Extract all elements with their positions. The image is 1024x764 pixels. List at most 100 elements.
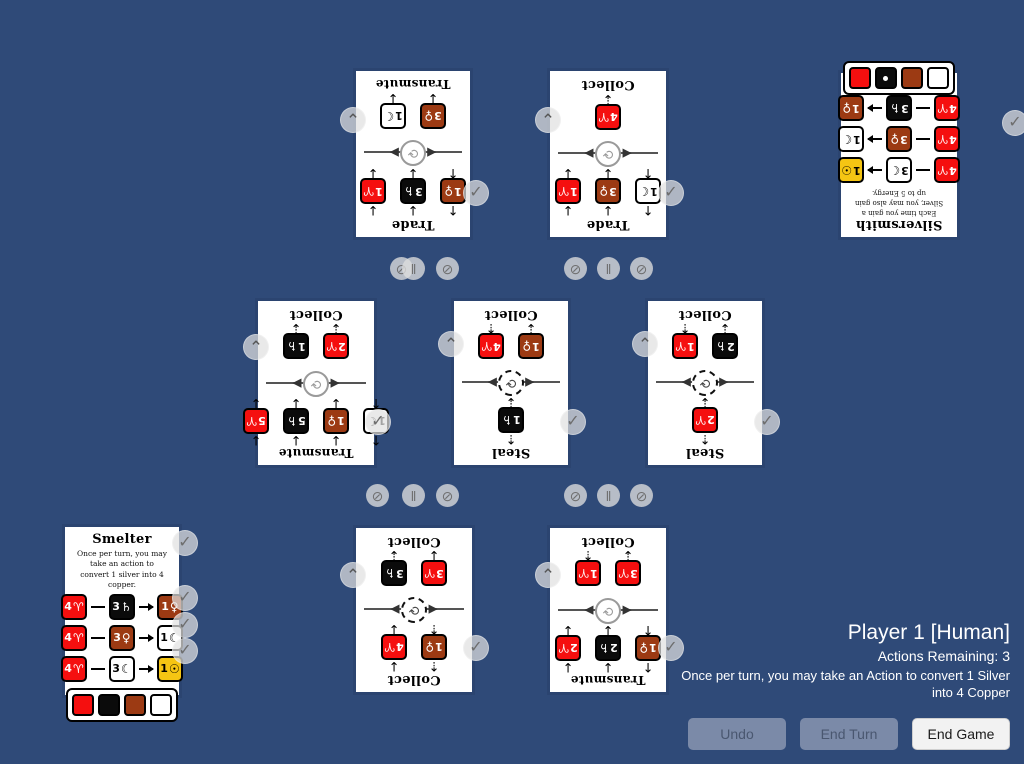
card-raise-button-1[interactable]: ⌃ (340, 107, 366, 133)
conversion-mid-token[interactable]: 3 ♀ (109, 624, 135, 651)
recycle-icon[interactable]: ⟳ (498, 370, 524, 397)
card-marker-coin-11[interactable]: ‖ (597, 484, 620, 507)
conversion-mid-token[interactable]: 3 ♄ (886, 95, 912, 122)
card-marker-coin-8[interactable]: ‖ (402, 484, 425, 507)
conversion-result-token[interactable]: 1 ☾ (838, 126, 864, 153)
action-card[interactable]: Collect⇡1♀⇡↓4♈↓◀▶⟳↑3♈↓↑3♄⇣Collect (353, 525, 475, 695)
conversion-cost-token[interactable]: 4 ♈ (61, 593, 87, 620)
action-card[interactable]: Trade↑1☾↑↓3♀↓↓1♈↓◀▶⟳↑4♈⇣Collect (547, 68, 669, 240)
input-token[interactable]: 3 ♀ (595, 178, 621, 205)
recycle-icon[interactable]: ⟳ (595, 141, 621, 168)
output-token[interactable]: 4 ♈ (478, 333, 504, 360)
input-token[interactable]: 2 ♈ (555, 634, 581, 661)
palette-swatch[interactable] (849, 67, 871, 90)
smelter-card[interactable]: Smelter Once per turn, you may take an ac… (61, 524, 183, 722)
end-turn-button[interactable]: End Turn (800, 718, 898, 750)
palette-swatch[interactable] (150, 693, 172, 716)
input-token[interactable]: 1 ♄ (498, 406, 524, 433)
action-card[interactable]: Transmute↑1☾↑↓1♀↓↓5♄↓↓5♈↓◀▶⟳↑2♈⇣↑1♄⇣Coll… (243, 298, 389, 468)
card-confirm-button-5[interactable]: ✓ (754, 409, 780, 435)
palette-swatch[interactable] (124, 693, 146, 716)
output-token[interactable]: 3 ♄ (381, 560, 407, 587)
undo-button[interactable]: Undo (688, 718, 786, 750)
input-token[interactable]: 1 ♀ (421, 633, 447, 660)
conversion-mid-token[interactable]: 3 ☾ (886, 157, 912, 184)
end-game-button[interactable]: End Game (912, 718, 1010, 750)
input-token[interactable]: 2 ♈ (692, 406, 718, 433)
smelter-confirm-button-1[interactable]: ✓ (172, 530, 198, 556)
output-token[interactable]: 1 ☾ (380, 102, 406, 129)
recycle-icon[interactable]: ⟳ (692, 370, 718, 397)
card-marker-coin-9[interactable]: ⊘ (436, 484, 459, 507)
smelter-confirm-button-2[interactable]: ✓ (172, 585, 198, 611)
conversion-cost-token[interactable]: 4 ♈ (61, 655, 87, 682)
output-token[interactable]: 3 ♀ (420, 102, 446, 129)
card-marker-coin-6[interactable]: ⊘ (630, 257, 653, 280)
output-token[interactable]: 1 ♈ (575, 560, 601, 587)
card-marker-coin-2[interactable]: ‖ (402, 257, 425, 280)
card-marker-coin-3[interactable]: ⊘ (436, 257, 459, 280)
output-token[interactable]: 3 ♈ (421, 560, 447, 587)
conversion-cost-token[interactable]: 4 ♈ (934, 126, 960, 153)
smelter-confirm-button-3[interactable]: ✓ (172, 612, 198, 638)
card-marker-coin-7[interactable]: ⊘ (366, 484, 389, 507)
conversion-cost-token[interactable]: 4 ♈ (934, 95, 960, 122)
output-token[interactable]: 1 ♄ (283, 333, 309, 360)
input-token[interactable]: 5 ♄ (283, 407, 309, 434)
card-marker-coin-10[interactable]: ⊘ (564, 484, 587, 507)
recycle-icon[interactable]: ⟳ (401, 597, 427, 624)
output-token[interactable]: 1 ♈ (672, 333, 698, 360)
output-token[interactable]: 2 ♈ (323, 333, 349, 360)
action-card[interactable]: Transmute↑1♀↑↓2♄↓↓2♈↓◀▶⟳↑3♈⇣↑1♈⇡Collect (547, 525, 669, 695)
input-token[interactable]: 2 ♄ (595, 634, 621, 661)
input-token[interactable]: 1 ♈ (360, 178, 386, 205)
palette-swatch[interactable] (901, 67, 923, 90)
card-raise-button-6[interactable]: ⌃ (340, 562, 366, 588)
card-confirm-button-7[interactable]: ✓ (658, 635, 684, 661)
card-raise-button-2[interactable]: ⌃ (535, 107, 561, 133)
recycle-icon[interactable]: ⟳ (595, 597, 621, 624)
input-token[interactable]: 4 ♈ (381, 633, 407, 660)
card-confirm-button-3[interactable]: ✓ (365, 409, 391, 435)
card-confirm-button-4[interactable]: ✓ (560, 409, 586, 435)
input-token[interactable]: 3 ♄ (400, 178, 426, 205)
silversmith-confirm-button[interactable]: ✓ (1002, 110, 1024, 136)
conversion-cost-token[interactable]: 4 ♈ (934, 157, 960, 184)
card-raise-button-3[interactable]: ⌃ (243, 334, 269, 360)
action-card[interactable]: Steal⇡1♄⇣◀▶⟳↑1♀⇣↑4♈⇡Collect (451, 298, 571, 468)
card-confirm-button-2[interactable]: ✓ (658, 180, 684, 206)
conversion-mid-token[interactable]: 3 ♀ (886, 126, 912, 153)
output-token[interactable]: 2 ♄ (712, 333, 738, 360)
output-token[interactable]: 1 ♀ (518, 333, 544, 360)
conversion-result-token[interactable]: 1 ♀ (838, 95, 864, 122)
recycle-icon[interactable]: ⟳ (400, 140, 426, 167)
output-token[interactable]: 3 ♈ (615, 560, 641, 587)
action-card[interactable]: Steal⇡2♈⇣◀▶⟳↑2♄⇣↑1♈⇡Collect (645, 298, 765, 468)
input-token[interactable]: 5 ♈ (243, 407, 269, 434)
token-symbol-icon: ♈ (72, 630, 84, 645)
card-marker-coin-4[interactable]: ⊘ (564, 257, 587, 280)
divider-right-arrow-icon: ▶ (584, 603, 594, 618)
card-confirm-button-1[interactable]: ✓ (463, 180, 489, 206)
action-card[interactable]: Trade↑1♀↑↓3♄↓↓1♈↓◀▶⟳↑3♀↓↑1☾↓Transmute (353, 68, 473, 240)
silversmith-card[interactable]: Silversmith Each time you gain a Silver, … (838, 61, 960, 240)
palette-swatch[interactable] (98, 693, 120, 716)
conversion-result-token[interactable]: 1 ☉ (838, 157, 864, 184)
card-raise-button-7[interactable]: ⌃ (535, 562, 561, 588)
output-token[interactable]: 4 ♈ (595, 103, 621, 130)
palette-swatch[interactable] (875, 67, 897, 90)
card-raise-button-5[interactable]: ⌃ (632, 331, 658, 357)
palette-swatch[interactable] (72, 693, 94, 716)
conversion-mid-token[interactable]: 3 ♄ (109, 593, 135, 620)
conversion-cost-token[interactable]: 4 ♈ (61, 624, 87, 651)
conversion-mid-token[interactable]: 3 ☾ (109, 655, 135, 682)
input-token[interactable]: 1 ♀ (323, 407, 349, 434)
card-confirm-button-6[interactable]: ✓ (463, 635, 489, 661)
smelter-confirm-button-4[interactable]: ✓ (172, 638, 198, 664)
recycle-icon[interactable]: ⟳ (303, 370, 329, 397)
card-marker-coin-12[interactable]: ⊘ (630, 484, 653, 507)
input-token[interactable]: 1 ♈ (555, 178, 581, 205)
palette-swatch[interactable] (927, 67, 949, 90)
card-raise-button-4[interactable]: ⌃ (438, 331, 464, 357)
card-marker-coin-5[interactable]: ‖ (597, 257, 620, 280)
